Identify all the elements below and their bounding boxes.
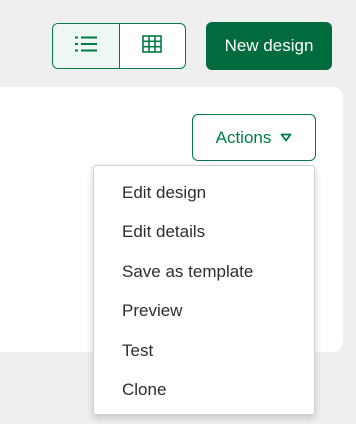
caret-down-icon (280, 133, 292, 142)
grid-icon (142, 34, 163, 58)
menu-item-preview[interactable]: Preview (94, 291, 314, 330)
list-icon (74, 36, 97, 57)
list-view-button[interactable] (53, 24, 119, 68)
actions-label: Actions (215, 127, 272, 147)
menu-item-clone[interactable]: Clone (94, 370, 314, 409)
new-design-button[interactable]: New design (206, 22, 332, 70)
grid-view-button[interactable] (118, 24, 186, 68)
menu-item-save-as-template[interactable]: Save as template (94, 252, 314, 291)
menu-item-edit-design[interactable]: Edit design (94, 173, 314, 212)
menu-item-test[interactable]: Test (94, 331, 314, 370)
actions-button[interactable]: Actions (192, 114, 316, 161)
view-toggle (52, 23, 186, 69)
actions-menu: Edit design Edit details Save as templat… (93, 165, 315, 415)
menu-item-edit-details[interactable]: Edit details (94, 212, 314, 251)
